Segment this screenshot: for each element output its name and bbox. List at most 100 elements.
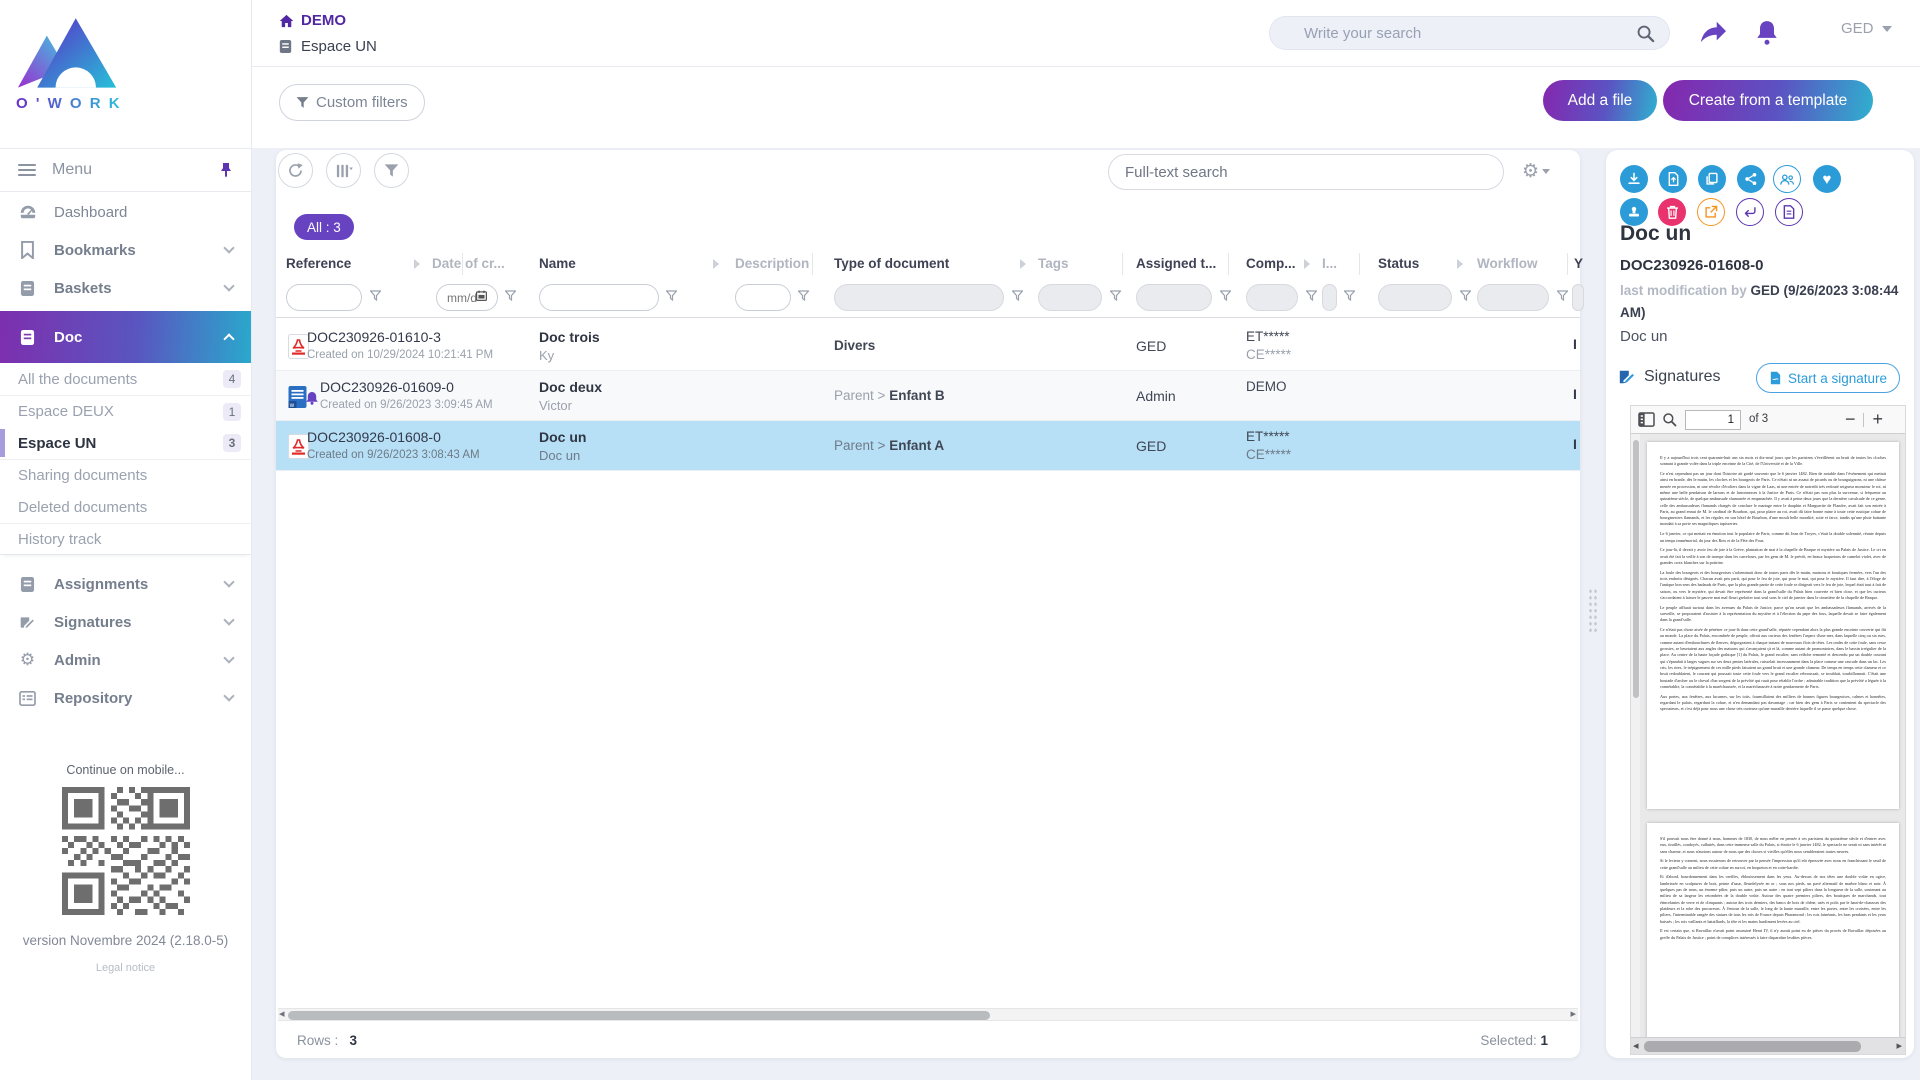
scroll-right-icon[interactable]: ▸	[1896, 1039, 1902, 1052]
sidebar-item-doc[interactable]: Doc	[0, 311, 251, 363]
assign-users-button[interactable]	[1773, 165, 1801, 193]
custom-filters-button[interactable]: Custom filters	[279, 84, 425, 121]
copy-button[interactable]	[1698, 165, 1726, 193]
filter-tags-select[interactable]	[1038, 284, 1102, 311]
sort-arrow-icon[interactable]	[1457, 259, 1463, 269]
table-row[interactable]: DOC230926-01610-3 Created on 10/29/2024 …	[276, 321, 1580, 371]
sidebar-item-admin[interactable]: ⚙ Admin	[0, 641, 251, 679]
upload-version-button[interactable]	[1659, 165, 1687, 193]
add-file-button[interactable]: Add a file	[1543, 80, 1657, 121]
open-external-button[interactable]	[1697, 198, 1725, 226]
filter-assigned-select[interactable]	[1136, 284, 1212, 311]
fulltext-search-input[interactable]	[1109, 155, 1503, 189]
column-header-workflow[interactable]: Workflow	[1477, 256, 1538, 271]
funnel-icon[interactable]	[1460, 290, 1471, 301]
funnel-icon[interactable]	[1344, 290, 1355, 301]
funnel-icon[interactable]	[370, 290, 381, 301]
sidebar-item-deleted-documents[interactable]: Deleted documents	[0, 491, 251, 523]
scrollbar-thumb[interactable]	[288, 1011, 990, 1020]
column-header-status[interactable]: Status	[1378, 256, 1419, 271]
sidebar-item-espace-deux[interactable]: Espace DEUX 1	[0, 395, 251, 427]
filter-y-select[interactable]	[1572, 284, 1584, 311]
funnel-icon[interactable]	[1557, 290, 1568, 301]
pdf-vertical-scrollbar[interactable]	[1631, 434, 1640, 1039]
global-search-input[interactable]	[1270, 17, 1669, 49]
favorite-button[interactable]: ♥	[1813, 165, 1841, 193]
filter-company-select[interactable]	[1246, 284, 1298, 311]
share-document-button[interactable]	[1737, 165, 1765, 193]
funnel-icon[interactable]	[1012, 290, 1023, 301]
sidebar-item-repository[interactable]: Repository	[0, 679, 251, 717]
return-button[interactable]	[1736, 198, 1764, 226]
zoom-in-button[interactable]: +	[1872, 409, 1883, 430]
sidebar-item-all-documents[interactable]: All the documents 4	[0, 363, 251, 395]
pdf-pages-area[interactable]: Il y a aujourd'hui trois cent quarante-h…	[1631, 434, 1905, 1039]
funnel-icon[interactable]	[1110, 290, 1121, 301]
filter-workflow-select[interactable]	[1477, 284, 1549, 311]
scroll-left-icon[interactable]: ◂	[279, 1007, 285, 1020]
filter-button[interactable]	[374, 153, 409, 188]
search-icon[interactable]	[1636, 24, 1655, 43]
funnel-icon[interactable]	[505, 290, 516, 301]
menu-toggle-row[interactable]: Menu	[0, 148, 251, 192]
toggle-sidebar-icon[interactable]	[1638, 412, 1655, 427]
sidebar-item-espace-un[interactable]: Espace UN 3	[0, 427, 251, 459]
tab-all-documents[interactable]: All : 3	[294, 214, 354, 240]
sidebar-item-sharing-documents[interactable]: Sharing documents	[0, 459, 251, 491]
share-button[interactable]	[1695, 14, 1731, 50]
filter-description-input[interactable]	[735, 284, 791, 311]
sort-arrow-icon[interactable]	[713, 259, 719, 269]
sort-arrow-icon[interactable]	[414, 259, 420, 269]
column-header-reference[interactable]: Reference	[286, 256, 351, 271]
filter-type-select[interactable]	[834, 284, 1004, 311]
sidebar-item-baskets[interactable]: Baskets	[0, 269, 251, 307]
sidebar-item-history-track[interactable]: History track	[0, 523, 251, 555]
column-header-i[interactable]: I...	[1322, 256, 1337, 271]
column-header-name[interactable]: Name	[539, 256, 576, 271]
download-button[interactable]	[1620, 165, 1648, 193]
scrollbar-thumb[interactable]	[1633, 440, 1639, 698]
sidebar-item-bookmarks[interactable]: Bookmarks	[0, 231, 251, 269]
column-header-assigned[interactable]: Assigned t...	[1136, 256, 1216, 271]
filter-name-input[interactable]	[539, 284, 659, 311]
column-header-date[interactable]: Date of cr...	[432, 256, 505, 271]
column-header-tags[interactable]: Tags	[1038, 256, 1069, 271]
funnel-icon[interactable]	[666, 290, 677, 301]
column-header-y[interactable]: Y	[1574, 256, 1583, 271]
page-number-input[interactable]	[1685, 410, 1741, 430]
funnel-icon[interactable]	[1306, 290, 1317, 301]
user-menu[interactable]: GED	[1841, 20, 1892, 37]
sort-arrow-icon[interactable]	[1304, 259, 1310, 269]
table-horizontal-scrollbar[interactable]: ◂ ▸	[278, 1008, 1578, 1021]
funnel-icon[interactable]	[1220, 290, 1231, 301]
sidebar-item-assignments[interactable]: Assignments	[0, 565, 251, 603]
calendar-icon[interactable]	[476, 290, 487, 301]
create-from-template-button[interactable]: Create from a template	[1663, 80, 1873, 121]
scroll-left-icon[interactable]: ◂	[1633, 1039, 1639, 1052]
sort-arrow-icon[interactable]	[1020, 259, 1026, 269]
filter-i-select[interactable]	[1322, 284, 1337, 311]
column-header-description[interactable]: Description	[735, 256, 809, 271]
start-signature-button[interactable]: Start a signature	[1756, 363, 1900, 393]
filter-reference-input[interactable]	[286, 284, 362, 311]
scroll-right-icon[interactable]: ▸	[1570, 1007, 1576, 1020]
panel-resize-handle[interactable]	[1588, 588, 1598, 632]
scrollbar-thumb[interactable]	[1644, 1041, 1861, 1052]
sidebar-item-signatures[interactable]: Signatures	[0, 603, 251, 641]
column-header-company[interactable]: Comp...	[1246, 256, 1296, 271]
legal-notice-link[interactable]: Legal notice	[0, 962, 251, 974]
pdf-horizontal-scrollbar[interactable]: ◂ ▸	[1631, 1037, 1905, 1054]
filter-status-select[interactable]	[1378, 284, 1452, 311]
pin-icon[interactable]	[219, 162, 233, 178]
document-properties-button[interactable]	[1775, 198, 1803, 226]
columns-button[interactable]	[326, 153, 361, 188]
pdf-search-icon[interactable]	[1662, 412, 1677, 427]
refresh-button[interactable]	[278, 153, 313, 188]
space-breadcrumb[interactable]: Espace UN	[279, 38, 377, 55]
zoom-out-button[interactable]: −	[1845, 409, 1856, 430]
funnel-icon[interactable]	[798, 290, 809, 301]
filter-date-input[interactable]	[436, 284, 498, 311]
table-settings-button[interactable]: ⚙	[1522, 160, 1550, 183]
workspace-breadcrumb[interactable]: DEMO	[279, 12, 346, 29]
table-row[interactable]: w DOC230926-01609-0 Created on 9/26/2023…	[276, 371, 1580, 421]
